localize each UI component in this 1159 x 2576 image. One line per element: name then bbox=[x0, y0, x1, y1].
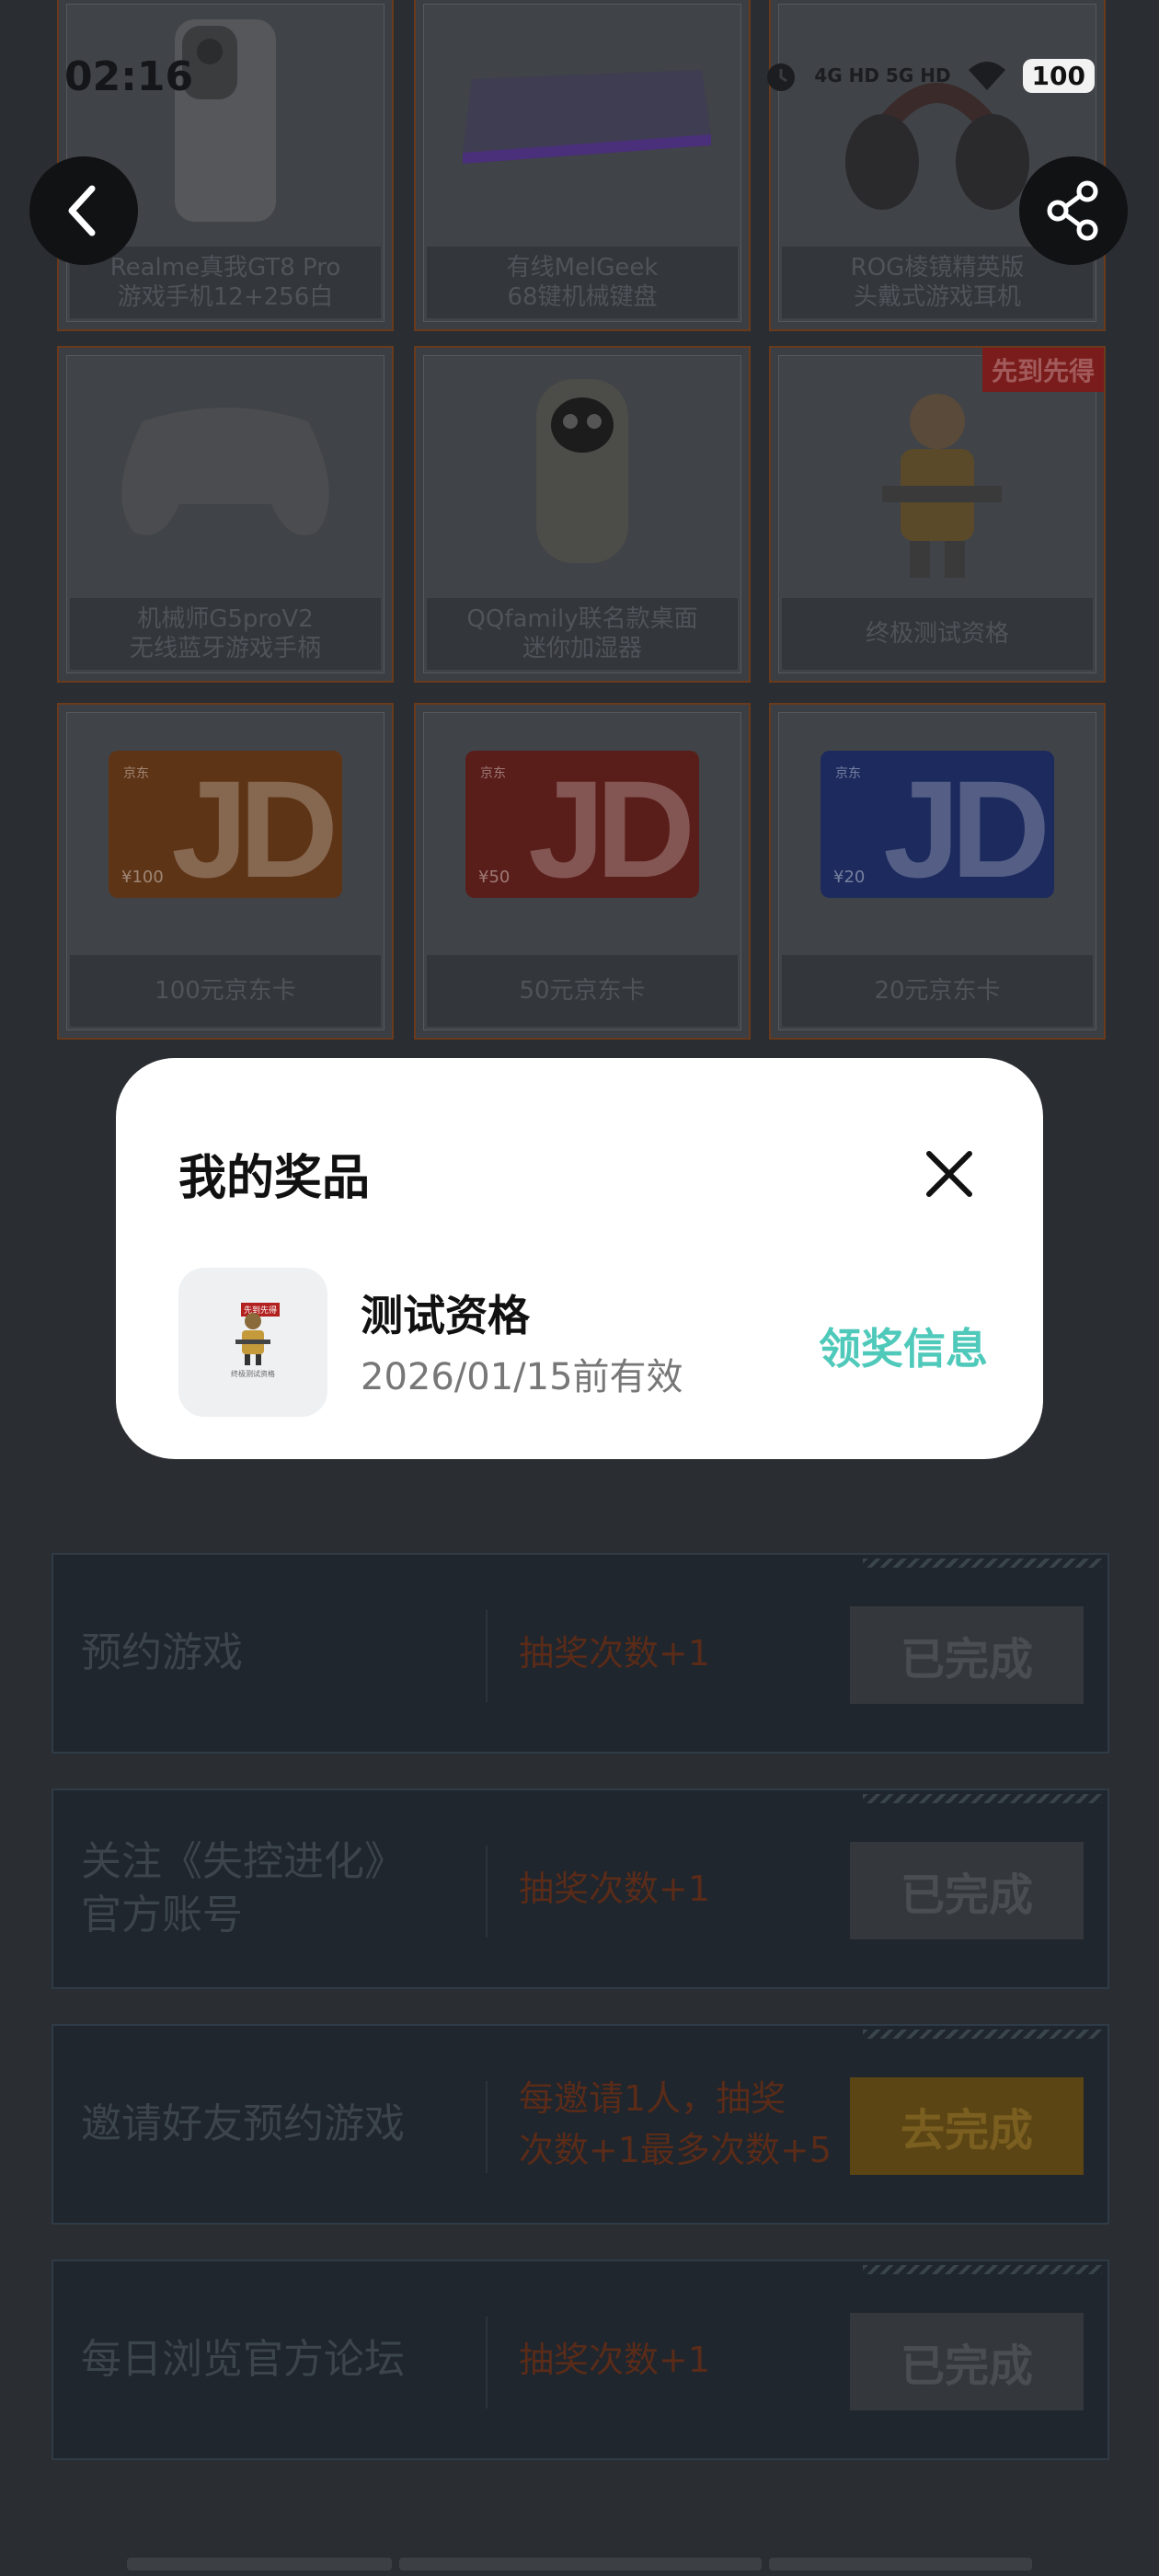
tab-indicator[interactable] bbox=[399, 2558, 762, 2570]
prize-label: Realme真我GT8 Pro 游戏手机12+256白 bbox=[70, 247, 381, 318]
wifi-icon bbox=[968, 62, 1005, 90]
prize-label: 50元京东卡 bbox=[427, 955, 738, 1027]
battery-level: 100 bbox=[1022, 58, 1095, 93]
task-name: 预约游戏 bbox=[81, 1629, 243, 1676]
prize-label: QQfamily联名款桌面 迷你加湿器 bbox=[427, 598, 738, 670]
task-reward: 抽奖次数+1 bbox=[519, 1869, 711, 1909]
share-icon bbox=[1047, 180, 1098, 241]
jd-card-image: 京东 JD ¥20 bbox=[820, 751, 1054, 898]
task-name: 每日浏览官方论坛 bbox=[81, 2336, 405, 2383]
chevron-left-icon bbox=[68, 185, 96, 236]
task-row-browse: 每日浏览官方论坛 抽奖次数+1 已完成 bbox=[52, 2260, 1109, 2460]
claim-info-button[interactable]: 领奖信息 bbox=[819, 1316, 988, 1376]
controller-image bbox=[106, 385, 345, 550]
prize-label: 机械师G5proV2 无线蓝牙游戏手柄 bbox=[70, 598, 381, 670]
prize-expiry: 2026/01/15前有效 bbox=[361, 1356, 683, 1398]
task-row-invite: 邀请好友预约游戏 每邀请1人，抽奖 次数+1最多次数+5 去完成 bbox=[52, 2024, 1109, 2225]
back-button[interactable] bbox=[29, 156, 138, 265]
my-prizes-dialog: 我的奖品 先到先得 终极测试资格 测试资格 2026/01/15前有效 领奖信息 bbox=[116, 1058, 1043, 1459]
prize-card-controller[interactable]: 机械师G5proV2 无线蓝牙游戏手柄 bbox=[57, 346, 394, 683]
prize-label: 20元京东卡 bbox=[782, 955, 1093, 1027]
tab-indicator[interactable] bbox=[769, 2558, 1032, 2570]
prize-card-jd-100[interactable]: 京东 JD ¥100 100元京东卡 bbox=[57, 703, 394, 1040]
task-done-button[interactable]: 已完成 bbox=[850, 2313, 1084, 2410]
task-go-button[interactable]: 去完成 bbox=[850, 2077, 1084, 2175]
tab-indicator[interactable] bbox=[127, 2558, 392, 2570]
task-row-reserve: 预约游戏 抽奖次数+1 已完成 bbox=[52, 1553, 1109, 1754]
task-done-button[interactable]: 已完成 bbox=[850, 1606, 1084, 1704]
keyboard-image bbox=[444, 42, 720, 171]
prize-card-keyboard[interactable]: 有线MelGeek 68键机械键盘 bbox=[414, 0, 751, 331]
page-root: Realme真我GT8 Pro 游戏手机12+256白 有线MelGeek 68… bbox=[0, 0, 1159, 2576]
status-time: 02:16 bbox=[64, 53, 194, 100]
task-reward: 抽奖次数+1 bbox=[519, 1633, 711, 1673]
prize-label: 终极测试资格 bbox=[782, 598, 1093, 670]
alarm-icon bbox=[767, 63, 796, 91]
humidifier-image bbox=[522, 370, 642, 572]
task-done-button[interactable]: 已完成 bbox=[850, 1842, 1084, 1939]
jd-card-image: 京东 JD ¥50 bbox=[465, 751, 699, 898]
prize-card-test-qualification[interactable]: 先到先得 终极测试资格 bbox=[769, 346, 1106, 683]
phone-image bbox=[156, 15, 294, 226]
task-reward: 抽奖次数+1 bbox=[519, 2340, 711, 2380]
task-name: 关注《失控进化》 官方账号 bbox=[81, 1838, 405, 1938]
task-row-follow: 关注《失控进化》 官方账号 抽奖次数+1 已完成 bbox=[52, 1788, 1109, 1989]
prize-label: 有线MelGeek 68键机械键盘 bbox=[427, 247, 738, 318]
status-icons: 4G HD 5G HD 100 bbox=[763, 57, 1095, 94]
task-name: 邀请好友预约游戏 bbox=[81, 2100, 405, 2147]
prize-card-humidifier[interactable]: QQfamily联名款桌面 迷你加湿器 bbox=[414, 346, 751, 683]
prize-item: 先到先得 终极测试资格 测试资格 2026/01/15前有效 领奖信息 bbox=[178, 1268, 988, 1419]
prize-thumbnail: 先到先得 终极测试资格 bbox=[178, 1268, 327, 1417]
bottom-tab-indicators bbox=[127, 2558, 1032, 2570]
close-icon bbox=[926, 1151, 972, 1197]
dialog-title: 我的奖品 bbox=[178, 1151, 371, 1206]
prize-card-jd-20[interactable]: 京东 JD ¥20 20元京东卡 bbox=[769, 703, 1106, 1040]
prize-card-jd-50[interactable]: 京东 JD ¥50 50元京东卡 bbox=[414, 703, 751, 1040]
task-reward: 每邀请1人，抽奖 次数+1最多次数+5 bbox=[519, 2078, 832, 2170]
share-button[interactable] bbox=[1019, 156, 1128, 265]
prize-name: 测试资格 bbox=[361, 1291, 530, 1340]
prize-label: 100元京东卡 bbox=[70, 955, 381, 1027]
jd-card-image: 京东 JD ¥100 bbox=[109, 751, 342, 898]
network-label: 4G HD 5G HD bbox=[814, 64, 951, 86]
close-button[interactable] bbox=[916, 1141, 982, 1207]
soldier-image bbox=[845, 385, 1029, 587]
